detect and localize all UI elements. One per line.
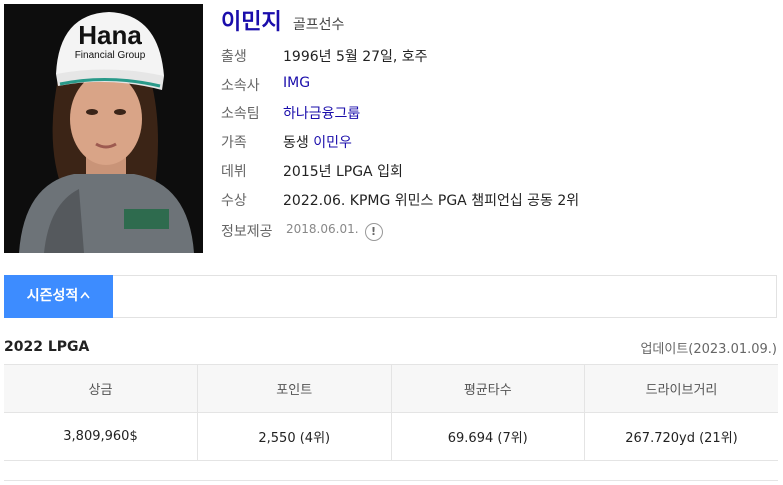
info-value: 1996년 5월 27일, 호주: [283, 49, 428, 65]
tab-season-stats[interactable]: 시즌성적: [4, 275, 113, 318]
info-icon[interactable]: !: [364, 223, 383, 241]
cell-driving-distance: 267.720yd (21위): [584, 412, 778, 461]
info-source-date: 2018.06.01.: [286, 222, 359, 236]
player-photo[interactable]: Hana Financial Group: [4, 4, 203, 253]
info-label: 데뷔: [221, 164, 247, 180]
table-row: 3,809,960$ 2,550 (4위) 69.694 (7위) 267.72…: [4, 412, 778, 461]
chevron-up-icon: [80, 275, 90, 318]
cell-points: 2,550 (4위): [197, 412, 392, 461]
column-header-prize: 상금: [4, 364, 198, 413]
player-job: 골프선수: [292, 17, 345, 33]
column-header-scoring-average: 평균타수: [391, 364, 585, 413]
info-label: 소속사: [221, 78, 260, 94]
player-portrait-image: Hana Financial Group: [4, 4, 203, 253]
update-date: 업데이트(2023.01.09.): [640, 342, 777, 357]
column-header-points: 포인트: [197, 364, 392, 413]
family-relation: 동생: [283, 135, 314, 151]
info-value: 동생 이민우: [283, 132, 352, 152]
info-source: 2018.06.01.!: [286, 221, 383, 241]
info-label: 출생: [221, 49, 247, 65]
tab-label: 시즌성적: [26, 288, 79, 304]
info-label: 수상: [221, 193, 247, 209]
cell-prize: 3,809,960$: [4, 412, 198, 461]
info-value: 2022.06. KPMG 위민스 PGA 챔피언십 공동 2위: [283, 193, 580, 209]
cell-scoring-average: 69.694 (7위): [391, 412, 585, 461]
season-tab-bar: 시즌성적: [4, 275, 777, 318]
info-source-label: 정보제공: [221, 224, 273, 240]
team-link[interactable]: 하나금융그룹: [283, 103, 360, 123]
svg-text:Hana: Hana: [78, 20, 142, 50]
agency-link[interactable]: IMG: [283, 75, 310, 91]
svg-text:Financial Group: Financial Group: [75, 50, 146, 61]
divider: [4, 480, 778, 481]
season-stats-table: 상금 포인트 평균타수 드라이브거리 3,809,960$ 2,550 (4위)…: [4, 364, 778, 461]
column-header-driving-distance: 드라이브거리: [584, 364, 778, 413]
player-name[interactable]: 이민지: [221, 10, 282, 35]
info-value: 2015년 LPGA 입회: [283, 164, 403, 180]
table-header-row: 상금 포인트 평균타수 드라이브거리: [4, 364, 778, 413]
profile-header: 이민지 골프선수: [221, 4, 344, 36]
info-label: 가족: [221, 135, 247, 151]
season-title: 2022 LPGA: [4, 339, 90, 355]
family-link[interactable]: 이민우: [313, 135, 352, 151]
info-label: 소속팀: [221, 106, 260, 122]
